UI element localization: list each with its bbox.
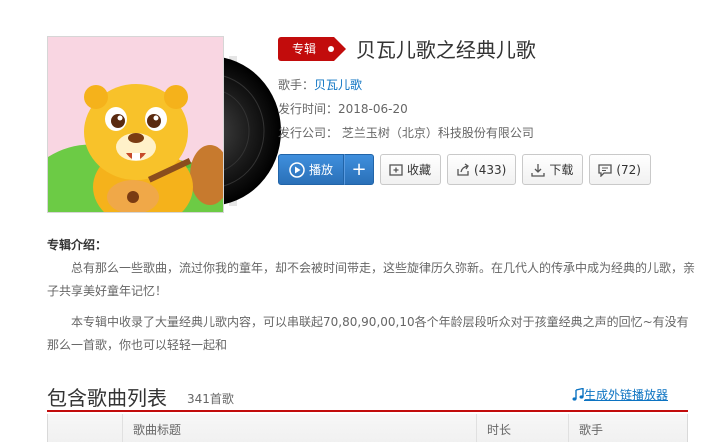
release-date-label: 发行时间： <box>278 102 339 116</box>
play-button[interactable]: 播放 <box>278 154 345 185</box>
play-icon <box>289 161 305 178</box>
release-date-row: 发行时间：2018-06-20 <box>278 99 698 119</box>
album-description: 专辑介绍： 总有那么一些歌曲，流过你我的童年，却不会被时间带走，这些旋律历久弥新… <box>47 234 697 357</box>
songlist-count: 341首歌 <box>187 392 234 406</box>
description-paragraph: 总有那么一些歌曲，流过你我的童年，却不会被时间带走，这些旋律历久弥新。在几代人的… <box>47 261 696 298</box>
download-label: 下载 <box>549 163 574 177</box>
folder-add-icon <box>389 163 403 176</box>
artist-link[interactable]: 贝瓦儿歌 <box>314 78 362 92</box>
artist-label: 歌手： <box>278 78 315 92</box>
comment-icon <box>598 163 612 177</box>
comment-button[interactable]: (72) <box>589 154 651 185</box>
release-date-value: 2018-06-20 <box>338 102 408 116</box>
column-header-artist: 歌手 <box>568 414 687 442</box>
album-tag-badge: 专辑 <box>278 36 347 61</box>
share-icon <box>457 162 469 176</box>
external-player-label: 生成外链播放器 <box>583 388 668 402</box>
action-buttons: 播放 + 收藏 (433) 下载 (72) <box>278 154 651 185</box>
album-cover-area <box>47 36 281 214</box>
download-button[interactable]: 下载 <box>522 154 584 185</box>
download-icon <box>531 163 545 177</box>
company-value: 芝兰玉树（北京）科技股份有限公司 <box>341 126 534 140</box>
album-header: 专辑 贝瓦儿歌之经典儿歌 <box>278 34 698 63</box>
column-header-title: 歌曲标题 <box>122 414 476 442</box>
company-row: 发行公司： 芝兰玉树（北京）科技股份有限公司 <box>278 123 698 143</box>
album-cover-image[interactable] <box>47 36 224 213</box>
share-count: (433) <box>474 162 507 177</box>
external-player-link[interactable]: 生成外链播放器 <box>572 386 668 403</box>
company-label: 发行公司： <box>278 126 339 140</box>
album-info: 专辑 贝瓦儿歌之经典儿歌 歌手：贝瓦儿歌 发行时间：2018-06-20 发行公… <box>278 34 698 143</box>
music-note-icon <box>572 388 584 401</box>
description-paragraph: 本专辑中收录了大量经典儿歌内容，可以串联起70,80,90,00,10各个年龄层… <box>47 315 689 352</box>
column-header-duration: 时长 <box>476 414 568 442</box>
songlist-header: 包含歌曲列表 341首歌 生成外链播放器 <box>47 380 688 412</box>
songlist-table-header: 歌曲标题 时长 歌手 <box>47 414 688 442</box>
description-title: 专辑介绍： <box>47 238 108 252</box>
play-label: 播放 <box>309 163 334 177</box>
collect-label: 收藏 <box>407 163 432 177</box>
album-title: 贝瓦儿歌之经典儿歌 <box>355 38 536 62</box>
collect-button[interactable]: 收藏 <box>380 154 442 185</box>
add-to-playlist-button[interactable]: + <box>344 154 375 185</box>
songlist-title: 包含歌曲列表 <box>47 386 167 410</box>
beaver-mascot-illustration <box>48 37 223 212</box>
column-header-index <box>48 414 122 442</box>
comment-count: (72) <box>616 162 641 177</box>
artist-row: 歌手：贝瓦儿歌 <box>278 75 698 95</box>
share-button[interactable]: (433) <box>447 154 517 185</box>
